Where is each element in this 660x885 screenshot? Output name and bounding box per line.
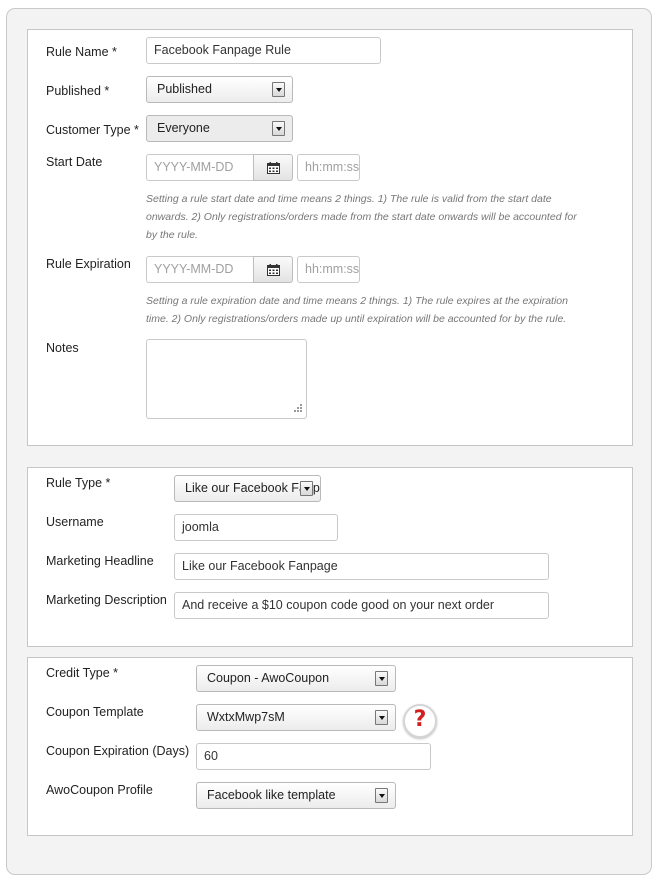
chevron-down-icon	[375, 671, 388, 686]
coupon-template-select[interactable]: WxtxMwp7sM	[196, 704, 396, 731]
awocoupon-profile-select[interactable]: Facebook like template	[196, 782, 396, 809]
published-select-value: Published	[157, 82, 212, 96]
credit-type-select-value: Coupon - AwoCoupon	[207, 671, 330, 685]
customer-type-label: Customer Type *	[46, 123, 139, 137]
start-date-label: Start Date	[46, 155, 103, 169]
coupon-template-label: Coupon Template	[46, 705, 144, 719]
chevron-down-icon	[375, 788, 388, 803]
coupon-template-select-value: WxtxMwp7sM	[207, 710, 285, 724]
help-line: time. 2) Only registrations/orders made …	[146, 313, 567, 325]
calendar-icon	[267, 264, 280, 276]
published-label: Published *	[46, 84, 110, 98]
rule-name-label: Rule Name *	[46, 45, 117, 59]
username-label: Username	[46, 515, 104, 529]
notes-label: Notes	[46, 341, 79, 355]
rule-type-label: Rule Type *	[46, 476, 111, 490]
coupon-expiration-input[interactable]: 60	[196, 743, 431, 770]
marketing-headline-input[interactable]: Like our Facebook Fanpage	[174, 553, 549, 580]
customer-type-select[interactable]: Everyone	[146, 115, 293, 142]
credit-type-select[interactable]: Coupon - AwoCoupon	[196, 665, 396, 692]
start-date-calendar-button[interactable]	[253, 154, 293, 181]
chevron-down-icon	[375, 710, 388, 725]
expiration-time-input[interactable]: hh:mm:ss	[297, 256, 360, 283]
help-line: by the rule.	[146, 229, 198, 241]
expiration-date-calendar-button[interactable]	[253, 256, 293, 283]
start-time-input[interactable]: hh:mm:ss	[297, 154, 360, 181]
credit-type-label: Credit Type *	[46, 666, 119, 680]
username-input[interactable]: joomla	[174, 514, 338, 541]
chevron-down-icon	[272, 121, 285, 136]
published-select[interactable]: Published	[146, 76, 293, 103]
resize-grip-icon[interactable]	[292, 404, 302, 414]
help-line: onwards. 2) Only registrations/orders ma…	[146, 211, 577, 223]
marketing-headline-label: Marketing Headline	[46, 554, 154, 568]
rule-expiration-label: Rule Expiration	[46, 257, 131, 271]
question-mark-icon[interactable]: ?	[403, 704, 437, 738]
awocoupon-profile-select-value: Facebook like template	[207, 788, 336, 802]
customer-type-select-value: Everyone	[157, 121, 210, 135]
calendar-icon	[267, 162, 280, 174]
chevron-down-icon	[272, 82, 285, 97]
start-date-help-text: Setting a rule start date and time means…	[146, 190, 577, 244]
notes-textarea[interactable]	[146, 339, 307, 419]
marketing-description-label: Marketing Description	[46, 593, 167, 607]
chevron-down-icon	[300, 481, 313, 496]
rule-name-input[interactable]: Facebook Fanpage Rule	[146, 37, 381, 64]
start-date-input[interactable]: YYYY-MM-DD	[146, 154, 254, 181]
coupon-expiration-label: Coupon Expiration (Days)	[46, 744, 190, 758]
marketing-description-input[interactable]: And receive a $10 coupon code good on yo…	[174, 592, 549, 619]
rule-type-select[interactable]: Like our Facebook Fanpage	[174, 475, 321, 502]
awocoupon-profile-label: AwoCoupon Profile	[46, 783, 153, 797]
help-line: Setting a rule start date and time means…	[146, 193, 552, 205]
help-line: Setting a rule expiration date and time …	[146, 295, 568, 307]
expiration-date-input[interactable]: YYYY-MM-DD	[146, 256, 254, 283]
rule-expiration-help-text: Setting a rule expiration date and time …	[146, 292, 568, 328]
